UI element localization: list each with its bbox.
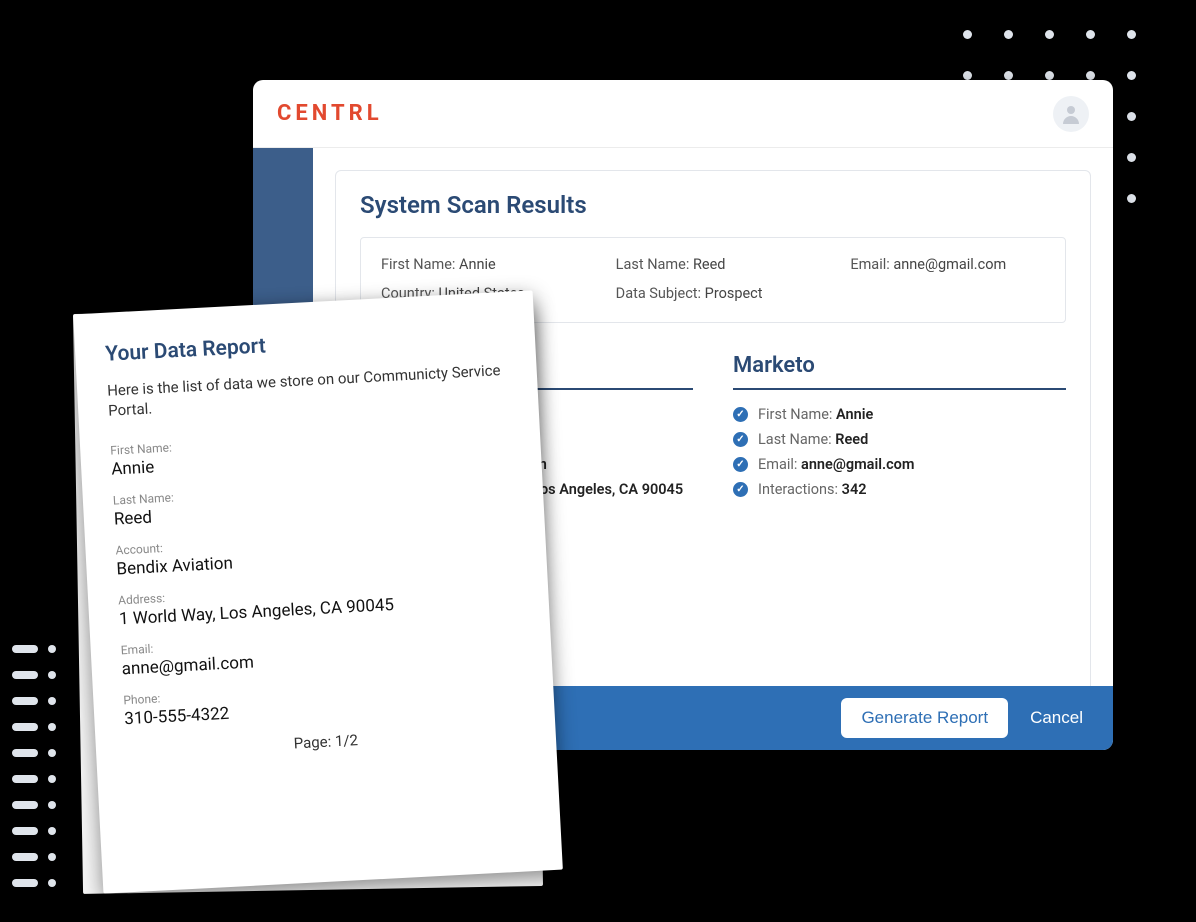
marketo-email: ✓ Email: anne@gmail.com	[733, 456, 1066, 473]
marketo-last-name: ✓ Last Name: Reed	[733, 431, 1066, 448]
report-title: Your Data Report	[105, 322, 506, 367]
report-first-name: First Name: Annie	[110, 422, 511, 479]
report-address: Address: 1 World Way, Los Angeles, CA 90…	[118, 572, 519, 629]
generate-report-button[interactable]: Generate Report	[841, 698, 1008, 738]
report-subtitle: Here is the list of data we store on our…	[107, 360, 509, 421]
check-icon: ✓	[733, 482, 748, 497]
summary-last-name: Last Name: Reed	[616, 256, 811, 273]
report-last-name: Last Name: Reed	[113, 472, 514, 529]
report-page-number: Page: 1/2	[126, 722, 526, 761]
marketo-first-name: ✓ First Name: Annie	[733, 406, 1066, 423]
summary-data-subject: Data Subject: Prospect	[616, 285, 811, 302]
check-icon: ✓	[733, 457, 748, 472]
cancel-button[interactable]: Cancel	[1030, 708, 1083, 728]
report-email: Email: anne@gmail.com	[120, 622, 521, 679]
decoration-dashes-left	[12, 645, 56, 905]
summary-email: Email: anne@gmail.com	[850, 256, 1045, 273]
report-account: Account: Bendix Aviation	[115, 522, 516, 579]
marketo-interactions: ✓ Interactions: 342	[733, 481, 1066, 498]
user-icon	[1059, 102, 1083, 126]
report-phone: Phone: 310-555-4322	[123, 672, 524, 729]
source-marketo: Marketo ✓ First Name: Annie ✓ Last Name:…	[733, 353, 1066, 506]
source-marketo-title: Marketo	[733, 353, 1066, 378]
brand-logo: CENTRL	[277, 101, 383, 126]
user-avatar[interactable]	[1053, 96, 1089, 132]
report-page: Your Data Report Here is the list of dat…	[73, 290, 563, 893]
divider	[733, 388, 1066, 390]
panel-title: System Scan Results	[360, 191, 1066, 219]
check-icon: ✓	[733, 432, 748, 447]
check-icon: ✓	[733, 407, 748, 422]
window-header: CENTRL	[253, 80, 1113, 148]
summary-first-name: First Name: Annie	[381, 256, 576, 273]
